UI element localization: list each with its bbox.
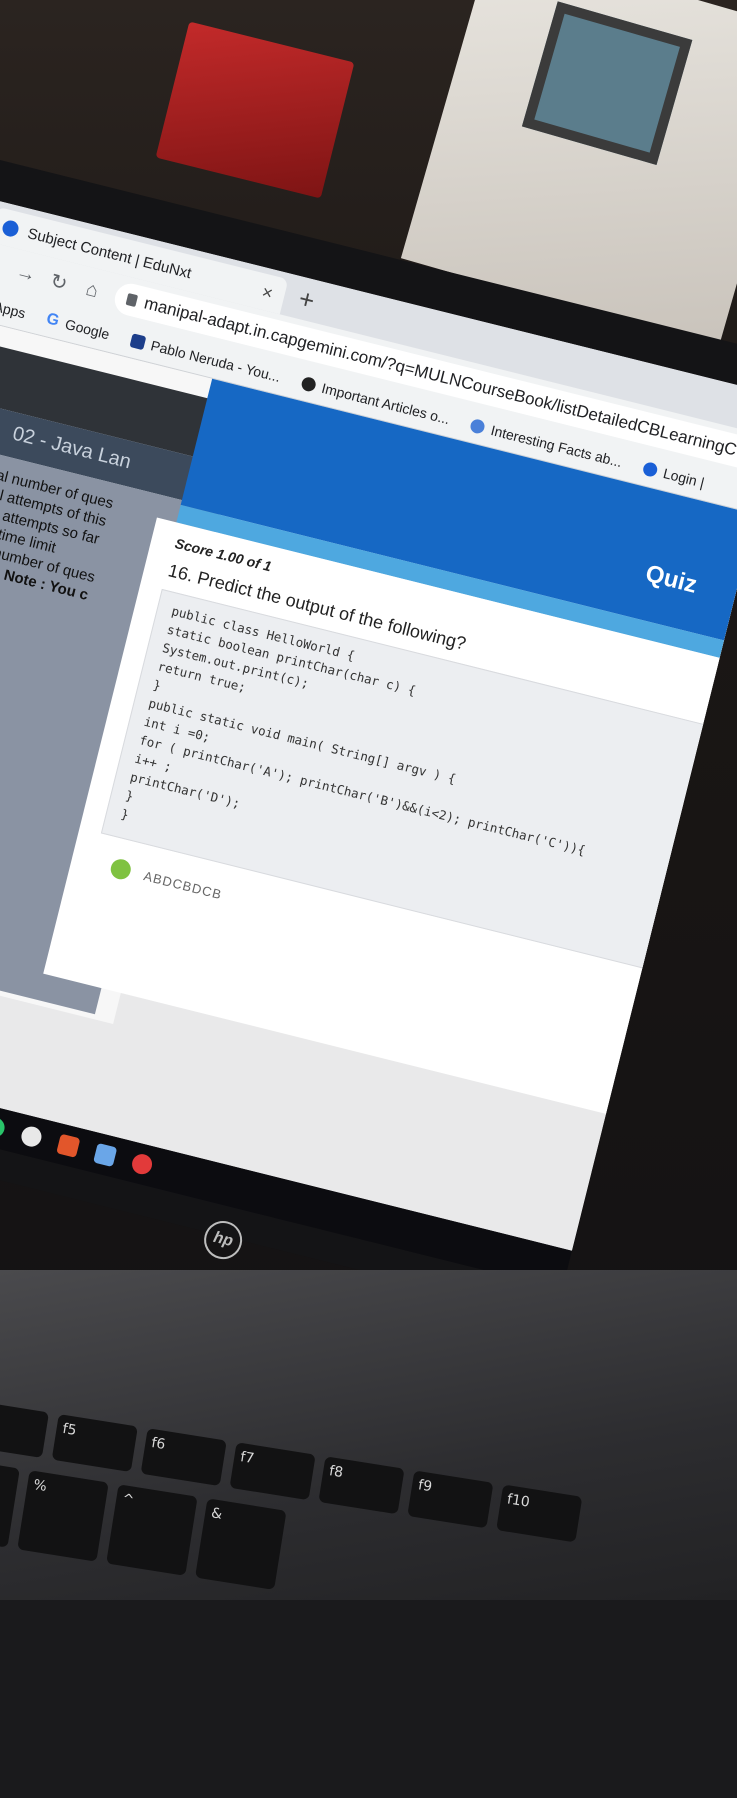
- bookmark-label: Apps: [0, 298, 28, 322]
- bookmark-label: Google: [63, 315, 112, 343]
- bookmark-icon: [641, 460, 659, 478]
- tab-favicon-icon: [0, 218, 21, 239]
- answer-option[interactable]: ABDCBDCB: [108, 857, 225, 904]
- lock-icon: [125, 292, 139, 308]
- brave-icon[interactable]: [56, 1133, 81, 1158]
- app-icon[interactable]: [19, 1124, 44, 1149]
- reload-icon[interactable]: ↻: [46, 267, 71, 296]
- quiz-title: Quiz: [642, 559, 700, 599]
- opera-icon[interactable]: [129, 1152, 155, 1177]
- bookmark-google[interactable]: G Google: [44, 310, 112, 343]
- new-tab-icon[interactable]: +: [296, 283, 318, 317]
- home-icon[interactable]: ⌂: [80, 277, 105, 304]
- bookmark-icon: [128, 333, 146, 351]
- product-box-window: [521, 1, 693, 165]
- bookmark-login[interactable]: Login |: [641, 460, 706, 491]
- bookmark-icon: [469, 417, 487, 435]
- key-caret: ^: [106, 1484, 198, 1576]
- app-icon[interactable]: [93, 1142, 118, 1168]
- correct-answer-icon: [108, 857, 133, 882]
- forward-arrow-icon[interactable]: →: [14, 260, 39, 287]
- whatsapp-icon[interactable]: [0, 1115, 7, 1140]
- key-ampersand: &: [195, 1498, 287, 1590]
- google-icon: G: [44, 310, 61, 330]
- bookmark-apps[interactable]: Apps: [0, 293, 27, 321]
- code-block: public class HelloWorld { static boolean…: [100, 588, 708, 970]
- key-4: 4: [0, 1456, 20, 1548]
- back-arrow-icon[interactable]: ←: [0, 252, 6, 279]
- bookmark-icon: [299, 375, 317, 393]
- answer-text: ABDCBDCB: [142, 867, 224, 902]
- bookmark-label: Login |: [661, 465, 707, 491]
- key-percent: %: [17, 1470, 109, 1562]
- red-box: [155, 21, 355, 199]
